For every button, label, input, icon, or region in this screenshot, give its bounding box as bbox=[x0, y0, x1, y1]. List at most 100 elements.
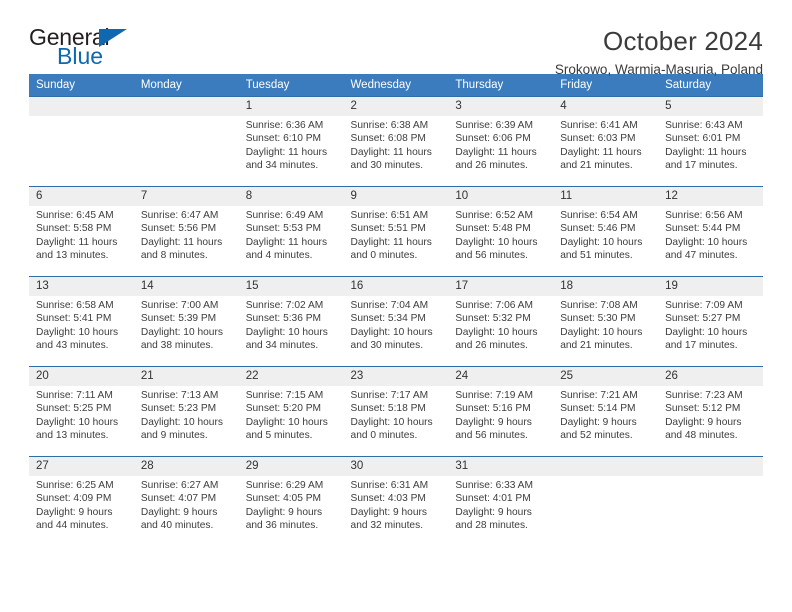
day-details: Sunrise: 6:25 AM Sunset: 4:09 PM Daylight:… bbox=[29, 476, 134, 532]
day-details: Sunrise: 7:09 AM Sunset: 5:27 PM Daylight:… bbox=[658, 296, 763, 352]
day-cell-inner: 15 Sunrise: 7:02 AM Sunset: 5:36 PM Dayligh… bbox=[238, 277, 344, 365]
daylight-text-line1: Daylight: 11 hours bbox=[455, 146, 537, 158]
day-cell-inner: 6 Sunrise: 6:45 AM Sunset: 5:58 PM Daylight… bbox=[29, 187, 134, 275]
calendar-day-cell[interactable]: 1 Sunrise: 6:36 AM Sunset: 6:10 PM Daylight… bbox=[238, 96, 344, 187]
calendar-day-cell[interactable]: 7 Sunrise: 6:47 AM Sunset: 5:56 PM Daylight… bbox=[133, 186, 239, 277]
sunrise-text: Sunrise: 7:08 AM bbox=[560, 300, 638, 311]
daylight-text-line2: and 40 minutes. bbox=[140, 519, 214, 531]
calendar-day-cell[interactable]: 10 Sunrise: 6:52 AM Sunset: 5:48 PM Dayligh… bbox=[448, 186, 554, 277]
day-cell-inner: 17 Sunrise: 7:06 AM Sunset: 5:32 PM Dayligh… bbox=[448, 277, 554, 365]
daylight-text-line1: Daylight: 9 hours bbox=[455, 416, 532, 428]
daylight-text-line1: Daylight: 10 hours bbox=[560, 326, 643, 338]
daylight-text-line1: Daylight: 10 hours bbox=[665, 236, 748, 248]
day-details: Sunrise: 6:36 AM Sunset: 6:10 PM Daylight:… bbox=[239, 116, 344, 172]
calendar-day-cell[interactable]: 25 Sunrise: 7:21 AM Sunset: 5:14 PM Dayligh… bbox=[553, 366, 659, 457]
daylight-text-line2: and 30 minutes. bbox=[350, 159, 424, 171]
daylight-text-line2: and 8 minutes. bbox=[140, 249, 208, 261]
calendar-day-cell[interactable]: 11 Sunrise: 6:54 AM Sunset: 5:46 PM Dayligh… bbox=[553, 186, 659, 277]
sunset-text: Sunset: 5:58 PM bbox=[36, 223, 112, 235]
day-number: 17 bbox=[448, 277, 554, 296]
day-cell-inner bbox=[133, 97, 239, 185]
day-number: 30 bbox=[343, 457, 449, 476]
sunset-text: Sunset: 5:20 PM bbox=[245, 403, 322, 415]
day-cell-inner: 2 Sunrise: 6:38 AM Sunset: 6:08 PM Daylight… bbox=[343, 97, 449, 185]
day-number bbox=[29, 97, 134, 116]
sunrise-text: Sunrise: 6:33 AM bbox=[455, 480, 533, 491]
day-cell-inner: 19 Sunrise: 7:09 AM Sunset: 5:27 PM Dayligh… bbox=[658, 277, 763, 365]
weekday-header-thursday: Thursday bbox=[448, 74, 554, 97]
day-number: 6 bbox=[29, 187, 134, 206]
sunrise-text: Sunrise: 6:52 AM bbox=[455, 210, 533, 221]
day-number: 25 bbox=[553, 367, 659, 386]
calendar-day-cell[interactable]: 31 Sunrise: 6:33 AM Sunset: 4:01 PM Dayligh… bbox=[448, 456, 554, 547]
calendar-day-cell[interactable]: 12 Sunrise: 6:56 AM Sunset: 5:44 PM Dayligh… bbox=[658, 186, 763, 277]
sunrise-text: Sunrise: 6:49 AM bbox=[245, 210, 324, 221]
triangle-flag-icon bbox=[99, 29, 127, 47]
daylight-text-line2: and 21 minutes. bbox=[560, 339, 633, 351]
calendar-day-cell[interactable]: 9 Sunrise: 6:51 AM Sunset: 5:51 PM Daylight… bbox=[343, 186, 449, 277]
calendar-day-cell[interactable]: 23 Sunrise: 7:17 AM Sunset: 5:18 PM Dayligh… bbox=[343, 366, 449, 457]
daylight-text-line1: Daylight: 11 hours bbox=[665, 146, 747, 158]
calendar-body: 1 Sunrise: 6:36 AM Sunset: 6:10 PM Daylight… bbox=[29, 96, 763, 547]
calendar-day-cell[interactable]: 4 Sunrise: 6:41 AM Sunset: 6:03 PM Daylight… bbox=[553, 96, 659, 187]
sunset-text: Sunset: 5:44 PM bbox=[665, 223, 741, 235]
day-cell-inner: 1 Sunrise: 6:36 AM Sunset: 6:10 PM Daylight… bbox=[238, 97, 344, 185]
day-details: Sunrise: 6:54 AM Sunset: 5:46 PM Daylight:… bbox=[553, 206, 658, 262]
calendar-day-cell[interactable]: 20 Sunrise: 7:11 AM Sunset: 5:25 PM Dayligh… bbox=[29, 366, 134, 457]
sunrise-text: Sunrise: 6:45 AM bbox=[36, 210, 114, 221]
calendar-day-cell[interactable]: 3 Sunrise: 6:39 AM Sunset: 6:06 PM Daylight… bbox=[448, 96, 554, 187]
daylight-text-line2: and 28 minutes. bbox=[455, 519, 528, 531]
calendar-day-cell[interactable]: 22 Sunrise: 7:15 AM Sunset: 5:20 PM Dayligh… bbox=[238, 366, 344, 457]
calendar-day-cell[interactable]: 17 Sunrise: 7:06 AM Sunset: 5:32 PM Dayligh… bbox=[448, 276, 554, 367]
day-details: Sunrise: 6:43 AM Sunset: 6:01 PM Daylight:… bbox=[658, 116, 763, 172]
day-number: 10 bbox=[448, 187, 554, 206]
day-number: 28 bbox=[133, 457, 239, 476]
calendar-day-cell[interactable]: 6 Sunrise: 6:45 AM Sunset: 5:58 PM Daylight… bbox=[29, 186, 134, 277]
weekday-header-tuesday: Tuesday bbox=[238, 74, 344, 97]
calendar-table: Sunday Monday Tuesday Wednesday Thursday… bbox=[29, 74, 763, 547]
sunset-text: Sunset: 5:56 PM bbox=[140, 223, 217, 235]
daylight-text-line2: and 34 minutes. bbox=[245, 159, 319, 171]
daylight-text-line1: Daylight: 9 hours bbox=[140, 506, 218, 518]
calendar-day-cell[interactable]: 15 Sunrise: 7:02 AM Sunset: 5:36 PM Dayligh… bbox=[238, 276, 344, 367]
sunrise-text: Sunrise: 7:04 AM bbox=[350, 300, 429, 311]
calendar-day-cell[interactable]: 18 Sunrise: 7:08 AM Sunset: 5:30 PM Dayligh… bbox=[553, 276, 659, 367]
sunrise-text: Sunrise: 6:54 AM bbox=[560, 210, 638, 221]
calendar-day-cell[interactable]: 13 Sunrise: 6:58 AM Sunset: 5:41 PM Dayligh… bbox=[29, 276, 134, 367]
daylight-text-line2: and 17 minutes. bbox=[665, 339, 738, 351]
day-number: 24 bbox=[448, 367, 554, 386]
day-details: Sunrise: 7:19 AM Sunset: 5:16 PM Daylight:… bbox=[448, 386, 553, 442]
calendar-day-cell[interactable]: 16 Sunrise: 7:04 AM Sunset: 5:34 PM Dayligh… bbox=[343, 276, 449, 367]
day-cell-inner: 26 Sunrise: 7:23 AM Sunset: 5:12 PM Dayligh… bbox=[658, 367, 763, 455]
daylight-text-line2: and 0 minutes. bbox=[350, 429, 418, 441]
day-details: Sunrise: 7:13 AM Sunset: 5:23 PM Daylight:… bbox=[134, 386, 239, 442]
daylight-text-line2: and 43 minutes. bbox=[36, 339, 109, 351]
calendar-day-cell[interactable]: 29 Sunrise: 6:29 AM Sunset: 4:05 PM Dayligh… bbox=[238, 456, 344, 547]
calendar-day-cell[interactable]: 14 Sunrise: 7:00 AM Sunset: 5:39 PM Dayligh… bbox=[133, 276, 239, 367]
calendar-day-cell[interactable]: 2 Sunrise: 6:38 AM Sunset: 6:08 PM Daylight… bbox=[343, 96, 449, 187]
sunrise-text: Sunrise: 6:31 AM bbox=[350, 480, 429, 491]
day-number: 18 bbox=[553, 277, 659, 296]
daylight-text-line1: Daylight: 11 hours bbox=[36, 236, 118, 248]
calendar-day-cell[interactable]: 5 Sunrise: 6:43 AM Sunset: 6:01 PM Daylight… bbox=[658, 96, 763, 187]
brand-logo[interactable]: General Blue bbox=[29, 26, 149, 76]
day-details: Sunrise: 6:33 AM Sunset: 4:01 PM Daylight:… bbox=[448, 476, 553, 532]
sunset-text: Sunset: 5:14 PM bbox=[560, 403, 636, 415]
calendar-day-cell[interactable]: 28 Sunrise: 6:27 AM Sunset: 4:07 PM Dayligh… bbox=[133, 456, 239, 547]
calendar-day-cell[interactable]: 30 Sunrise: 6:31 AM Sunset: 4:03 PM Dayligh… bbox=[343, 456, 449, 547]
calendar-day-cell[interactable]: 24 Sunrise: 7:19 AM Sunset: 5:16 PM Dayligh… bbox=[448, 366, 554, 457]
calendar-cell-empty bbox=[133, 96, 239, 187]
daylight-text-line2: and 47 minutes. bbox=[665, 249, 738, 261]
sunset-text: Sunset: 4:05 PM bbox=[245, 493, 322, 505]
day-cell-inner: 30 Sunrise: 6:31 AM Sunset: 4:03 PM Dayligh… bbox=[343, 457, 449, 545]
calendar-day-cell[interactable]: 21 Sunrise: 7:13 AM Sunset: 5:23 PM Dayligh… bbox=[133, 366, 239, 457]
sunset-text: Sunset: 6:08 PM bbox=[350, 133, 426, 145]
daylight-text-line2: and 13 minutes. bbox=[36, 429, 109, 441]
sunrise-text: Sunrise: 7:09 AM bbox=[665, 300, 743, 311]
calendar-day-cell[interactable]: 26 Sunrise: 7:23 AM Sunset: 5:12 PM Dayligh… bbox=[658, 366, 763, 457]
day-number: 29 bbox=[238, 457, 344, 476]
calendar-day-cell[interactable]: 8 Sunrise: 6:49 AM Sunset: 5:53 PM Daylight… bbox=[238, 186, 344, 277]
calendar-day-cell[interactable]: 19 Sunrise: 7:09 AM Sunset: 5:27 PM Dayligh… bbox=[658, 276, 763, 367]
calendar-day-cell[interactable]: 27 Sunrise: 6:25 AM Sunset: 4:09 PM Dayligh… bbox=[29, 456, 134, 547]
sunrise-text: Sunrise: 6:51 AM bbox=[350, 210, 429, 221]
